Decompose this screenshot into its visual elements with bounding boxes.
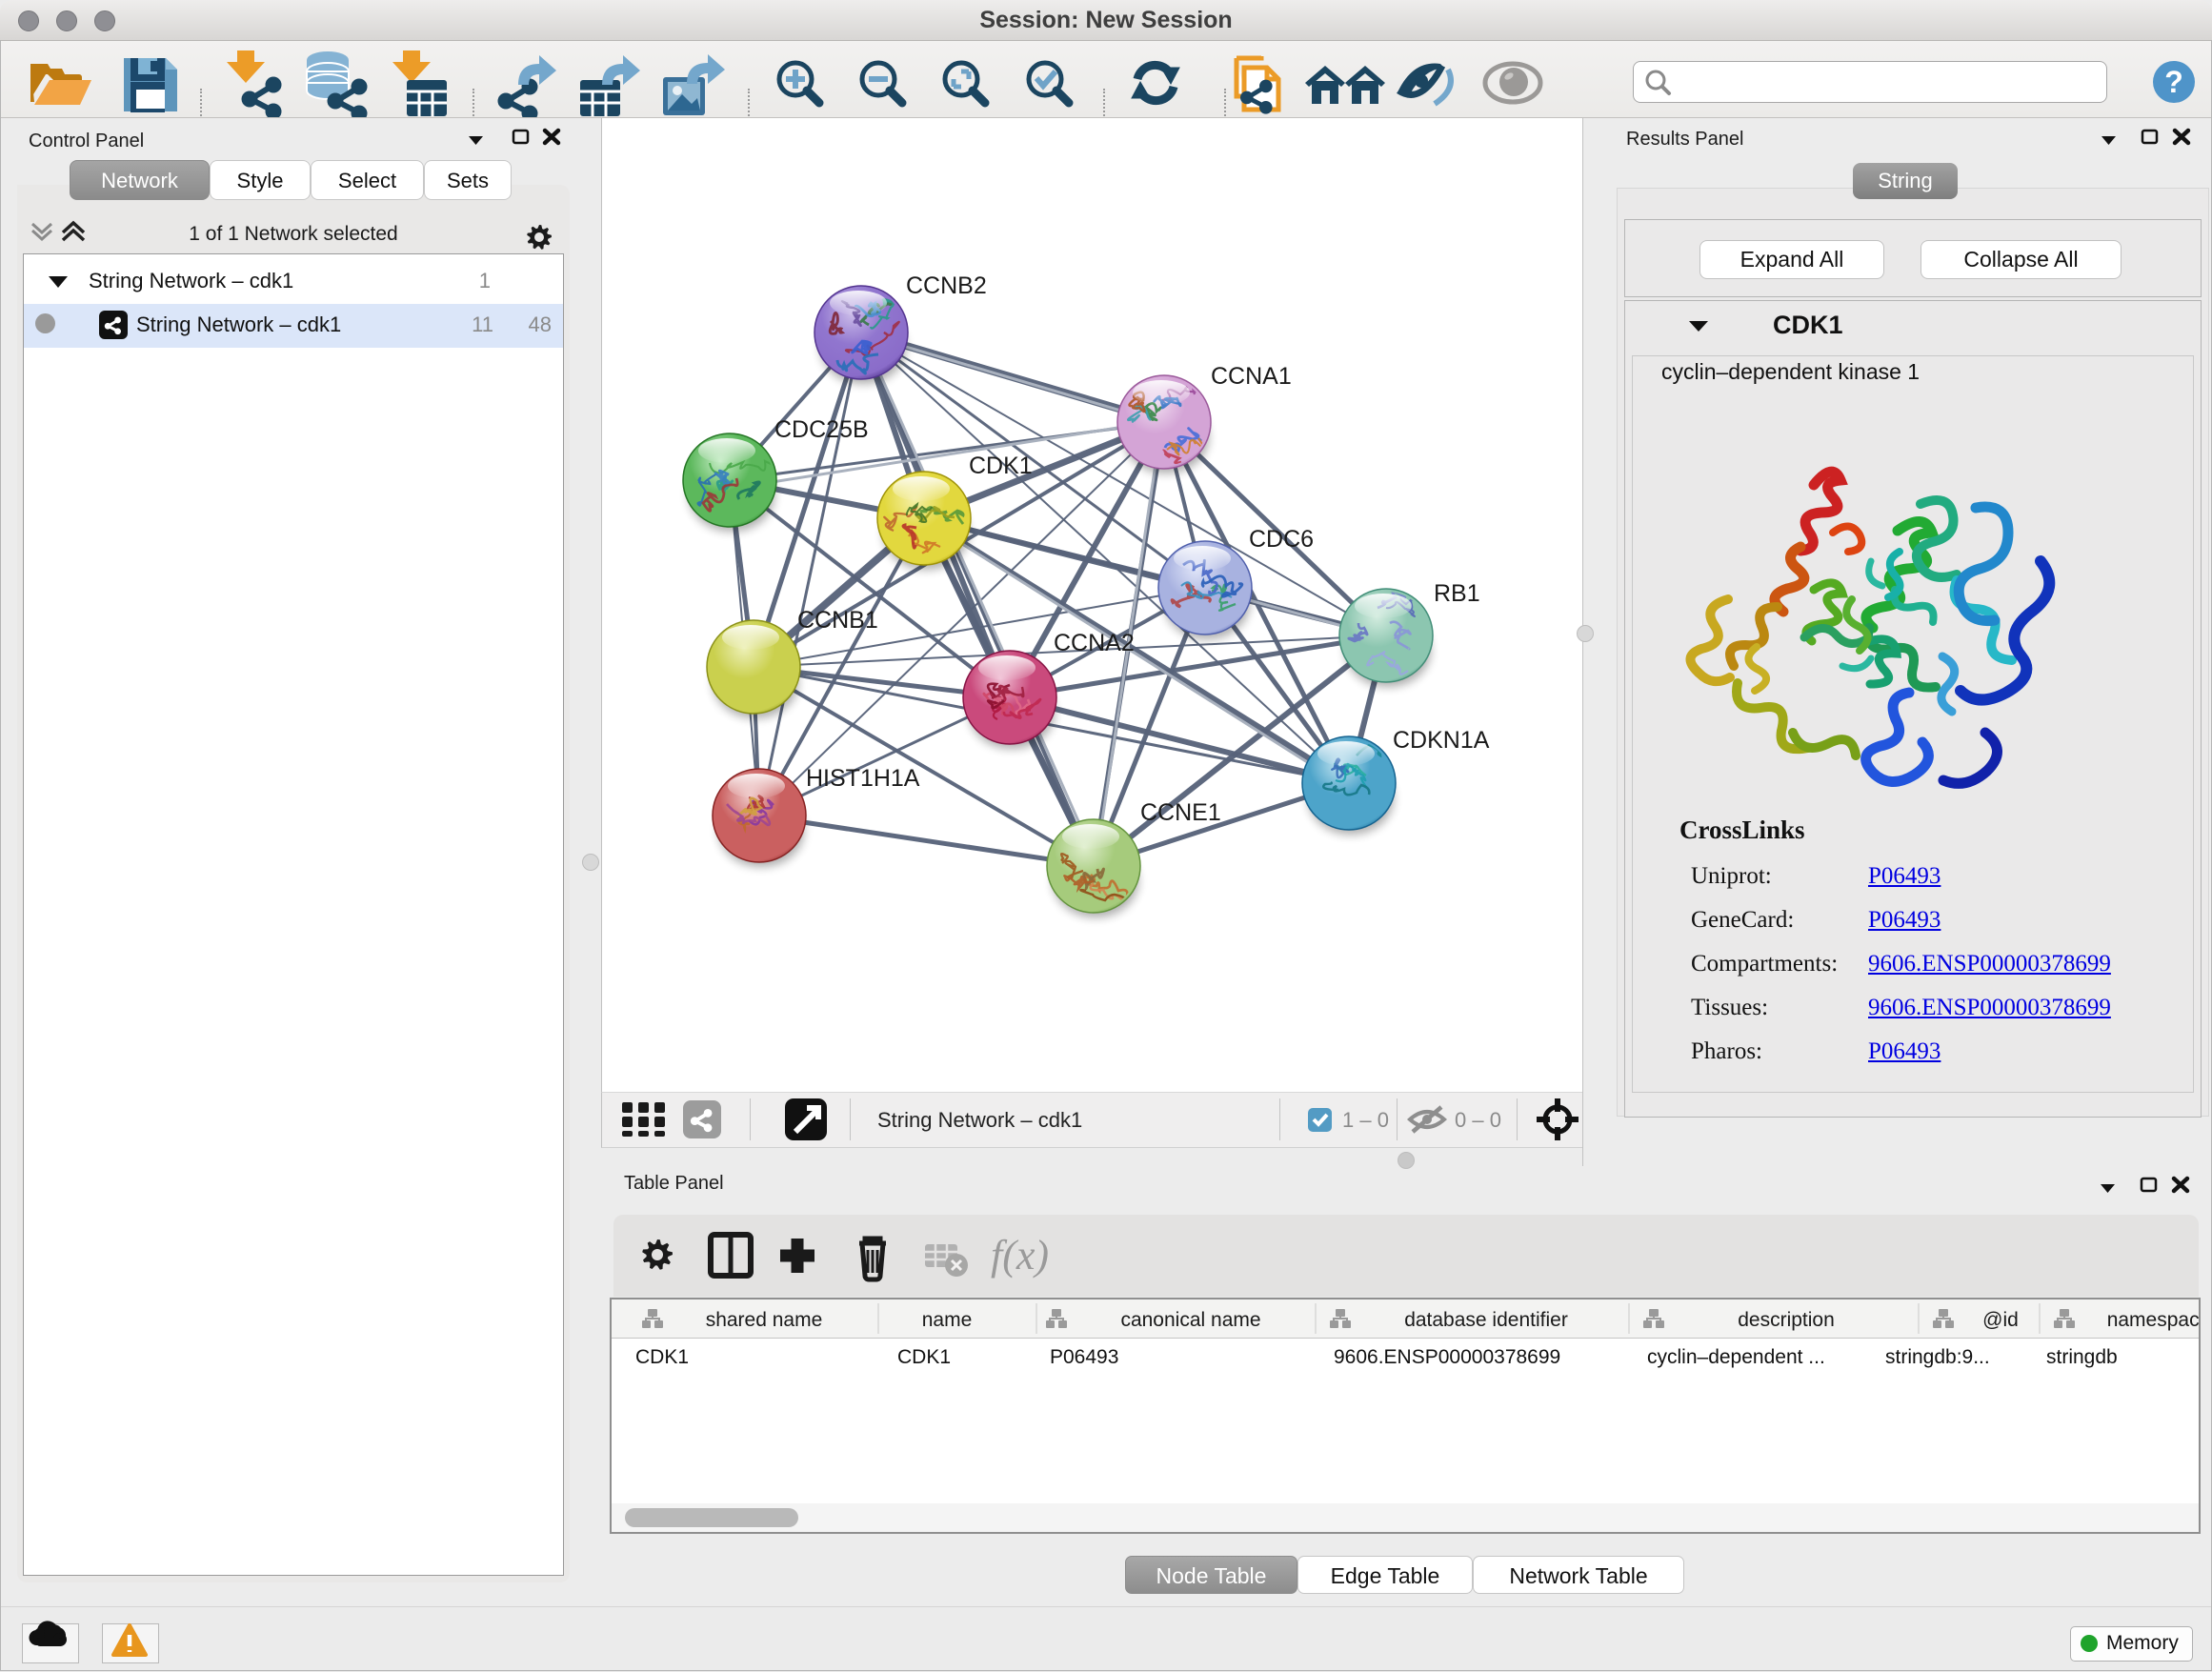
svg-text:HIST1H1A: HIST1H1A — [806, 765, 920, 792]
svg-text:CDKN1A: CDKN1A — [1393, 727, 1490, 754]
svg-text:CCNE1: CCNE1 — [1140, 799, 1221, 826]
svg-text:name: name — [922, 1309, 973, 1331]
svg-text:CCNA1: CCNA1 — [1211, 363, 1292, 390]
svg-text:CDC6: CDC6 — [1249, 526, 1314, 553]
svg-text:CCNB2: CCNB2 — [906, 272, 987, 299]
svg-text:shared name: shared name — [706, 1309, 823, 1331]
svg-text:String Network – cdk1: String Network – cdk1 — [877, 1108, 1082, 1132]
svg-text:CCNA2: CCNA2 — [1054, 630, 1135, 656]
svg-text:@id: @id — [1982, 1309, 2019, 1331]
svg-text:CDK1: CDK1 — [969, 453, 1033, 479]
svg-text:description: description — [1738, 1309, 1835, 1331]
svg-text:namespace: namespace — [2107, 1309, 2199, 1331]
svg-text:database identifier: database identifier — [1404, 1309, 1568, 1331]
svg-text:CDC25B: CDC25B — [774, 416, 869, 443]
svg-text:0 – 0: 0 – 0 — [1455, 1108, 1501, 1132]
svg-text:1 of 1 Network selected: 1 of 1 Network selected — [189, 223, 397, 245]
svg-text:f(x): f(x) — [991, 1232, 1049, 1279]
svg-text:CCNB1: CCNB1 — [797, 607, 878, 634]
svg-text:?: ? — [2164, 65, 2183, 99]
svg-text:1 – 0: 1 – 0 — [1342, 1108, 1389, 1132]
svg-text:RB1: RB1 — [1434, 580, 1480, 607]
svg-text:canonical name: canonical name — [1120, 1309, 1260, 1331]
